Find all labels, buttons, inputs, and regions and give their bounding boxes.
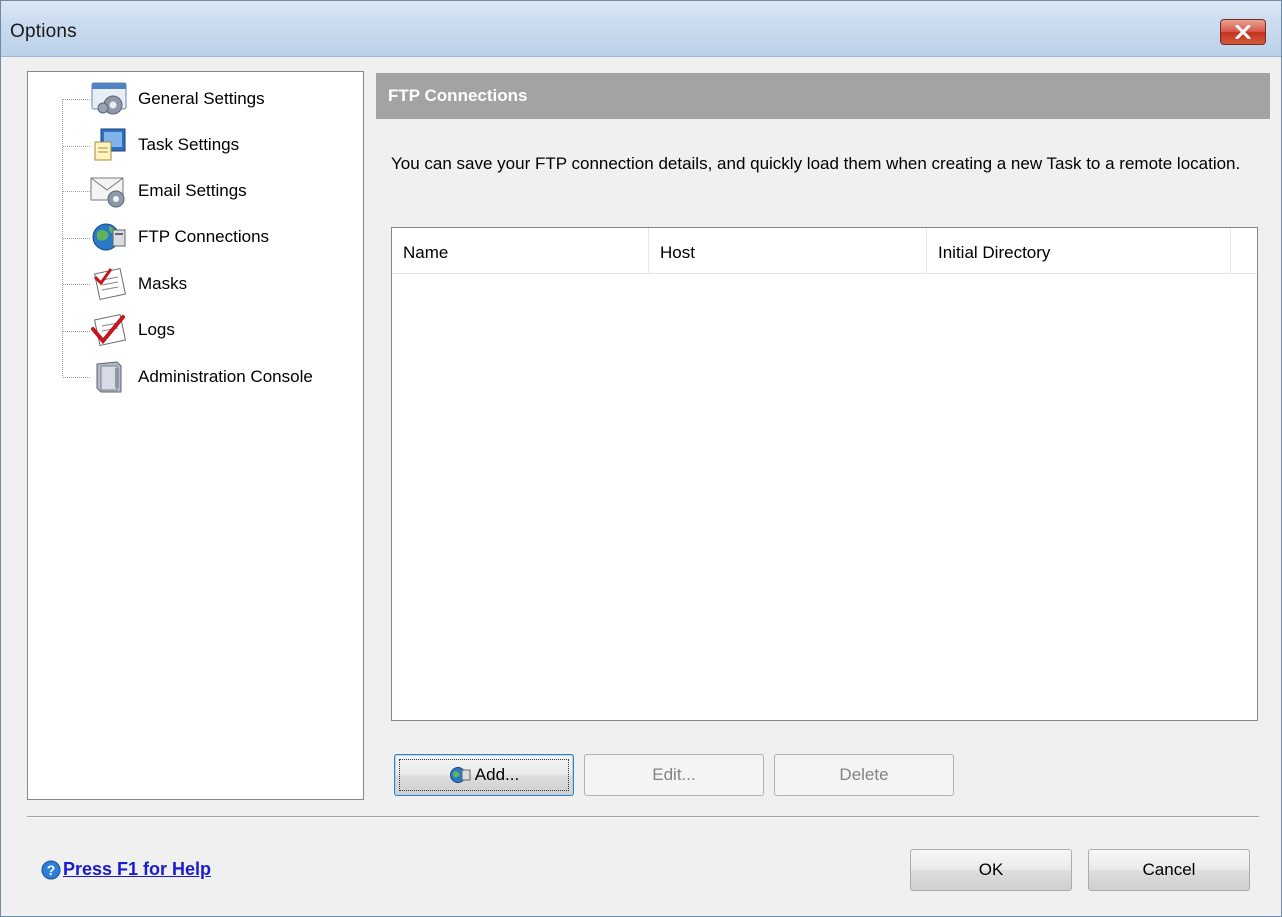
section-description: You can save your FTP connection details… [391, 154, 1241, 173]
title-bar[interactable]: Options [1, 1, 1281, 57]
help-icon: ? [41, 860, 61, 879]
tree-item-general-settings[interactable]: General Settings [88, 79, 265, 119]
help-link-text[interactable]: Press F1 for Help [63, 859, 211, 880]
ok-button[interactable]: OK [910, 849, 1072, 891]
tree-item-label: Email Settings [138, 181, 247, 200]
svg-text:?: ? [47, 862, 56, 878]
cancel-button-label: Cancel [1142, 860, 1196, 879]
delete-button-label: Delete [839, 765, 889, 784]
section-header: FTP Connections [376, 73, 1270, 119]
list-body[interactable] [392, 274, 1257, 720]
close-icon [1235, 25, 1251, 39]
task-monitor-icon [88, 125, 130, 165]
tree-item-label: Task Settings [138, 135, 240, 154]
edit-button[interactable]: Edit... [584, 754, 764, 796]
list-header: Name Host Initial Directory [392, 228, 1257, 274]
logs-check-icon [88, 310, 130, 350]
edit-button-label: Edit... [652, 765, 696, 784]
window-title: Options [10, 21, 77, 42]
delete-button[interactable]: Delete [774, 754, 954, 796]
cancel-button[interactable]: Cancel [1088, 849, 1250, 891]
tree-item-email-settings[interactable]: Email Settings [88, 171, 247, 211]
tree-item-label: Administration Console [138, 367, 313, 386]
add-button[interactable]: Add... [394, 754, 574, 796]
footer-separator [27, 816, 1259, 818]
tree-item-label: General Settings [138, 89, 265, 108]
tree-item-label: Logs [138, 320, 175, 339]
ftp-connections-list[interactable]: Name Host Initial Directory [391, 227, 1258, 721]
ftp-globe-icon [449, 764, 471, 786]
settings-tree[interactable]: General Settings Task Settings Email Set… [27, 71, 364, 800]
ftp-globe-icon [88, 217, 130, 257]
column-header-host[interactable]: Host [649, 228, 927, 274]
add-button-label: Add... [474, 765, 520, 784]
email-gear-icon [88, 171, 130, 211]
column-header-initial-directory[interactable]: Initial Directory [927, 228, 1231, 274]
column-header-filler [1231, 228, 1257, 274]
tree-item-task-settings[interactable]: Task Settings [88, 125, 239, 165]
tree-item-ftp-connections[interactable]: FTP Connections [88, 217, 269, 257]
tree-item-logs[interactable]: Logs [88, 310, 175, 350]
options-dialog: Options General Settings Task Settings E… [0, 0, 1282, 917]
tree-item-administration-console[interactable]: Administration Console [88, 357, 313, 397]
close-button[interactable] [1220, 19, 1266, 45]
settings-gear-icon [88, 79, 130, 119]
tree-item-label: Masks [138, 274, 188, 293]
tree-item-label: FTP Connections [138, 227, 270, 246]
tree-item-masks[interactable]: Masks [88, 264, 187, 304]
section-title: FTP Connections [388, 86, 528, 105]
admin-console-icon [88, 357, 130, 397]
masks-icon [88, 264, 130, 304]
column-header-name[interactable]: Name [392, 228, 649, 274]
help-link[interactable]: ? Press F1 for Help [41, 859, 211, 880]
ok-button-label: OK [978, 860, 1004, 879]
